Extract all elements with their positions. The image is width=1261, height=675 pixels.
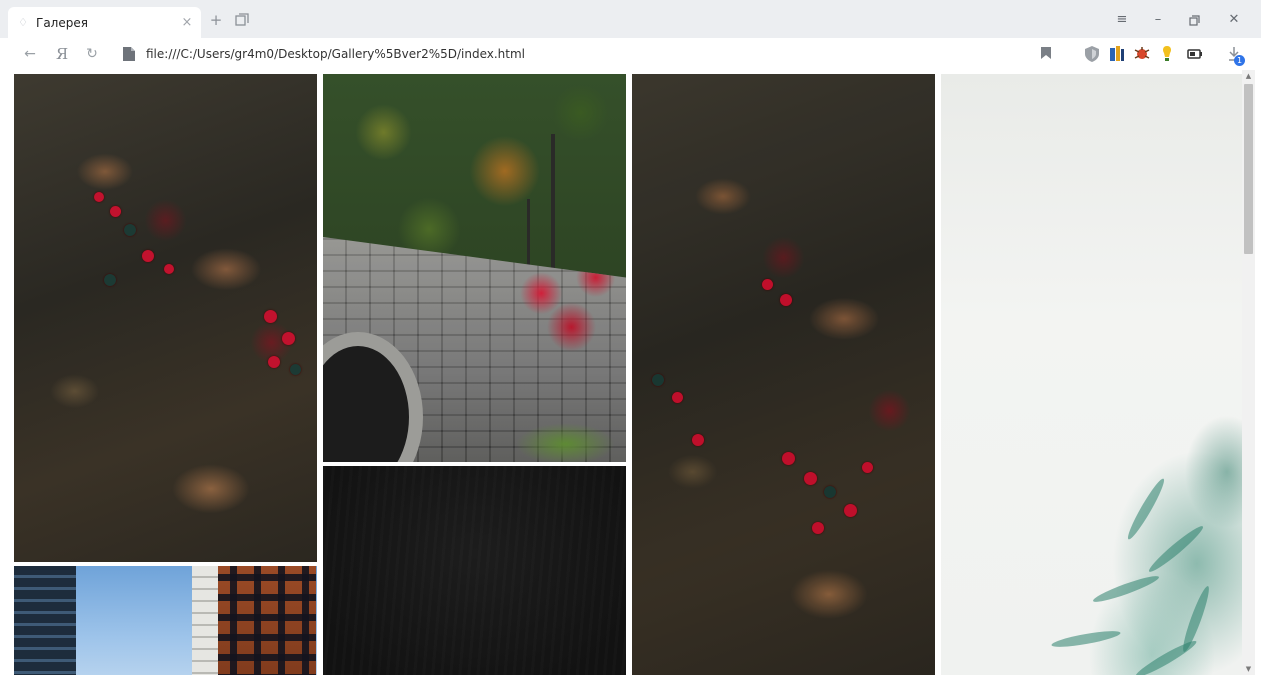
tab-title: Галерея	[36, 15, 88, 30]
berry	[824, 486, 836, 498]
berry	[652, 374, 664, 386]
berry	[104, 274, 116, 286]
address-bar[interactable]: file:///C:/Users/gr4m0/Desktop/Gallery%5…	[118, 41, 1066, 67]
downloads-button[interactable]: 1	[1226, 45, 1245, 66]
berry	[282, 332, 295, 345]
bookmark-icon[interactable]	[1040, 46, 1052, 60]
fern-leaf	[1050, 627, 1122, 651]
gallery-photo-city[interactable]	[14, 566, 317, 675]
berry	[164, 264, 174, 274]
scroll-up-icon[interactable]: ▲	[1242, 70, 1255, 82]
tab-close-icon[interactable]: ×	[179, 15, 195, 31]
berry	[812, 522, 824, 534]
berry	[804, 472, 817, 485]
berry	[124, 224, 136, 236]
tabs-panel-icon[interactable]	[232, 10, 252, 30]
gallery-photo-berries-2[interactable]	[632, 74, 935, 675]
fern-leaf	[1145, 522, 1207, 576]
gallery-photo-bridge[interactable]	[323, 74, 626, 462]
battery-icon[interactable]	[1186, 45, 1204, 63]
berry	[672, 392, 683, 403]
berry	[782, 452, 795, 465]
fern-leaf	[1124, 476, 1168, 542]
berry	[142, 250, 154, 262]
yandex-logo[interactable]: Я	[52, 44, 72, 64]
berry	[844, 504, 857, 517]
gallery-photo-dark[interactable]	[323, 466, 626, 675]
menu-icon[interactable]: ≡	[1108, 10, 1136, 30]
berry	[762, 279, 773, 290]
berry	[862, 462, 873, 473]
berry	[264, 310, 277, 323]
restore-icon[interactable]	[1180, 10, 1208, 30]
vertical-scrollbar[interactable]: ▲ ▼	[1242, 70, 1255, 675]
address-url: file:///C:/Users/gr4m0/Desktop/Gallery%5…	[146, 47, 526, 61]
lightbulb-extension-icon[interactable]	[1158, 45, 1176, 63]
building	[14, 566, 76, 675]
back-icon[interactable]: ←	[20, 44, 40, 64]
fern-leaf	[1133, 637, 1199, 675]
books-extension-icon[interactable]	[1108, 45, 1126, 63]
page-icon: ♢	[18, 15, 28, 29]
berry	[692, 434, 704, 446]
scroll-down-icon[interactable]: ▼	[1242, 663, 1255, 675]
berry	[290, 364, 301, 375]
berry	[780, 294, 792, 306]
pole	[551, 134, 555, 284]
gallery-photo-berries-1[interactable]	[14, 74, 317, 562]
minimize-icon[interactable]: –	[1144, 10, 1172, 30]
building	[218, 566, 316, 675]
file-icon	[123, 47, 135, 61]
new-tab-icon[interactable]: +	[206, 10, 226, 30]
downloads-badge: 1	[1234, 55, 1245, 66]
tab-strip: ♢ Галерея × + ≡ – ✕	[0, 0, 1261, 38]
berry	[94, 192, 104, 202]
gallery-photo-fern[interactable]	[941, 74, 1242, 675]
berry	[110, 206, 121, 217]
close-window-icon[interactable]: ✕	[1220, 10, 1248, 30]
berry	[268, 356, 280, 368]
scrollbar-thumb[interactable]	[1244, 84, 1253, 254]
bug-extension-icon[interactable]	[1133, 45, 1151, 63]
protect-shield-icon[interactable]	[1083, 45, 1101, 63]
navigation-bar: ← Я ↻ file:///C:/Users/gr4m0/Desktop/Gal…	[0, 38, 1261, 70]
reload-icon[interactable]: ↻	[82, 44, 102, 64]
fern-leaf	[1091, 572, 1161, 606]
page-viewport	[8, 70, 1242, 675]
tab-gallery[interactable]: ♢ Галерея ×	[8, 7, 201, 38]
